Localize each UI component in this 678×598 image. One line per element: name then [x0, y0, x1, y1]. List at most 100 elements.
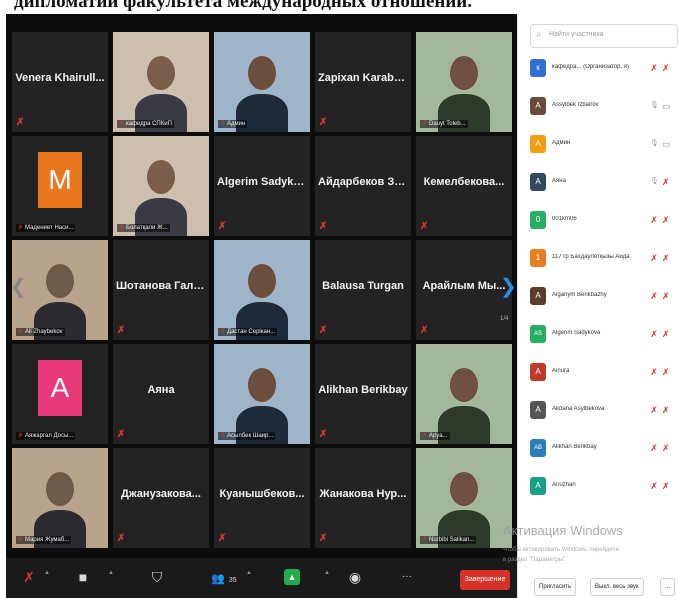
video-tile[interactable]: Balausa Turgan ✗ — [315, 240, 411, 340]
participant-name: Akdana Asylbekova — [552, 406, 605, 412]
more-button[interactable]: ··· — [396, 566, 418, 588]
end-meeting-button[interactable]: Завершение — [460, 570, 510, 590]
video-tile[interactable]: кафедра СПКиП — [113, 32, 209, 132]
avatar: к — [530, 59, 546, 77]
video-name-tag: Ali Zhaybekov — [16, 328, 65, 336]
microphone-muted-icon: ✗ — [650, 63, 658, 73]
meeting-toolbar: ✗ ▲ ■ ▲ ⛉ 👥 35 ▲ ▲ ▲ ◉ ··· Завершение — [6, 558, 517, 598]
video-tile[interactable]: Zapixan Karaba... ✗ — [315, 32, 411, 132]
participants-button[interactable]: 👥 35 — [206, 566, 242, 588]
share-screen-button[interactable]: ▲ — [284, 569, 300, 585]
mute-all-button[interactable]: Выкл. весь звук — [590, 578, 644, 596]
participants-panel: ⌕ Найти участника к кафедра... (Организат… — [517, 14, 678, 598]
person-face — [46, 264, 74, 298]
participant-video — [214, 240, 310, 340]
participant-row[interactable]: A Aiganym Berikbazhy ✗ ✗ — [530, 284, 678, 310]
record-icon: ◉ — [348, 569, 362, 585]
avatar: A — [530, 363, 546, 381]
person-face — [46, 472, 74, 506]
participant-video — [12, 448, 108, 548]
page-indicator-right: 1/4 — [500, 316, 509, 322]
participant-name: Assylbek Izbairov — [552, 102, 599, 108]
mute-button[interactable]: ✗ — [20, 566, 38, 588]
video-tile[interactable]: Куанышбеков... ✗ — [214, 448, 310, 548]
video-name-tag: Админ — [218, 120, 248, 128]
audio-options-caret-icon[interactable]: ▲ — [44, 570, 50, 576]
participants-icon: 👥 — [211, 573, 225, 585]
video-name-tag: Болатқали Ж... — [117, 224, 170, 232]
microphone-muted-icon: ✗ — [650, 253, 658, 263]
participant-name: Аяна — [552, 178, 566, 184]
video-button[interactable]: ■ — [74, 566, 92, 588]
participant-video — [416, 448, 512, 548]
next-page-arrow-icon[interactable]: ❯ — [500, 272, 517, 302]
invite-button[interactable]: Пригласить — [534, 578, 577, 596]
video-tile[interactable]: Админ — [214, 32, 310, 132]
participant-search-input[interactable]: ⌕ Найти участника — [530, 24, 678, 48]
avatar: A — [530, 173, 546, 191]
participant-row[interactable]: A Anuzhan ✗ ✗ — [530, 474, 678, 500]
video-tile[interactable]: Болатқали Ж... — [113, 136, 209, 236]
person-face — [248, 56, 276, 90]
person-face — [248, 368, 276, 402]
participant-row[interactable]: к кафедра... (Организатор, я) ✗ ✗ — [530, 56, 678, 82]
microphone-muted-icon: ✗ — [319, 325, 328, 336]
participant-row[interactable]: A Akdana Asylbekova ✗ ✗ — [530, 398, 678, 424]
share-options-caret-icon[interactable]: ▲ — [324, 570, 330, 576]
video-name-tag: кафедра СПКиП — [117, 120, 174, 128]
shield-icon: ⛉ — [151, 569, 163, 585]
microphone-muted-icon: ✗ — [650, 367, 658, 377]
previous-page-arrow-icon[interactable]: ❮ — [10, 272, 27, 302]
participant-row[interactable]: A Админ 🎙 ▭ — [530, 132, 678, 158]
video-tile[interactable]: Alikhan Berikbay ✗ — [315, 344, 411, 444]
microphone-muted-icon: ✗ — [319, 221, 328, 232]
video-tile[interactable]: Арайлым Мы... ✗ — [416, 240, 512, 340]
video-tile[interactable]: Algerim Sadyko... ✗ — [214, 136, 310, 236]
more-dots-icon: ··· — [402, 571, 412, 582]
video-tile[interactable]: Джанузакова... ✗ — [113, 448, 209, 548]
participant-name: 117 гр Бахдаулетқызы Аида — [552, 254, 630, 260]
video-options-caret-icon[interactable]: ▲ — [108, 570, 114, 576]
person-face — [248, 264, 276, 298]
video-off-icon: ✗ — [662, 291, 670, 301]
meeting-area: Venera Khairull... ✗ кафедра СПКиП Админ Zap… — [6, 14, 517, 598]
person-face — [147, 160, 175, 194]
video-tile[interactable]: Дастан Серікан... — [214, 240, 310, 340]
panel-more-button[interactable]: ... — [660, 578, 676, 596]
video-name-tag: Аяжаргал Досы... — [16, 432, 76, 440]
participant-row[interactable]: A Assylbek Izbairov 🎙 ▭ — [530, 94, 678, 120]
participant-row[interactable]: A Аяна 🎙 ✗ — [530, 170, 678, 196]
avatar: A — [530, 477, 546, 495]
video-tile[interactable]: Асылбек Шаир... — [214, 344, 310, 444]
participants-options-caret-icon[interactable]: ▲ — [246, 570, 252, 576]
participant-row[interactable]: A Ainura ✗ ✗ — [530, 360, 678, 386]
participant-name: Algerim Sadykova — [552, 330, 601, 336]
video-off-icon: ✗ — [662, 329, 670, 339]
video-tile[interactable]: Мария Жумаб... — [12, 448, 108, 548]
video-tile[interactable]: Nurbibi Salikan... — [416, 448, 512, 548]
microphone-muted-icon: ✗ — [218, 533, 227, 544]
video-tile[interactable]: Айдарбеков Зе... ✗ — [315, 136, 411, 236]
participant-row[interactable]: 1 117 гр Бахдаулетқызы Аида ✗ ✗ — [530, 246, 678, 272]
microphone-muted-icon: ✗ — [117, 533, 126, 544]
record-button[interactable]: ◉ — [346, 566, 364, 588]
video-tile[interactable]: M Мадениет Наси... — [12, 136, 108, 236]
video-name-tag: Мадениет Наси... — [16, 224, 76, 232]
participant-row[interactable]: AB Alikhan Berikbay ✗ ✗ — [530, 436, 678, 462]
microphone-muted-icon: ✗ — [117, 325, 126, 336]
video-tile[interactable]: Кемелбекова... ✗ — [416, 136, 512, 236]
video-tile[interactable]: Шотанова Гали... ✗ — [113, 240, 209, 340]
security-button[interactable]: ⛉ — [148, 566, 166, 588]
participant-row[interactable]: 0 001km06 ✗ ✗ — [530, 208, 678, 234]
microphone-muted-icon: ✗ — [420, 221, 429, 232]
video-tile[interactable]: Жанакова Нур... ✗ — [315, 448, 411, 548]
video-tile[interactable]: Venera Khairull... ✗ — [12, 32, 108, 132]
video-tile[interactable]: Dauyt Toleb... — [416, 32, 512, 132]
video-tile[interactable]: Аяна ✗ — [113, 344, 209, 444]
video-tile[interactable]: Аруа... — [416, 344, 512, 444]
participant-row[interactable]: AS Algerim Sadykova ✗ ✗ — [530, 322, 678, 348]
participant-name: Айдарбеков Зе... — [318, 176, 408, 188]
microphone-muted-icon: ✗ — [650, 481, 658, 491]
video-tile[interactable]: A Аяжаргал Досы... — [12, 344, 108, 444]
participants-count: 35 — [228, 577, 237, 584]
